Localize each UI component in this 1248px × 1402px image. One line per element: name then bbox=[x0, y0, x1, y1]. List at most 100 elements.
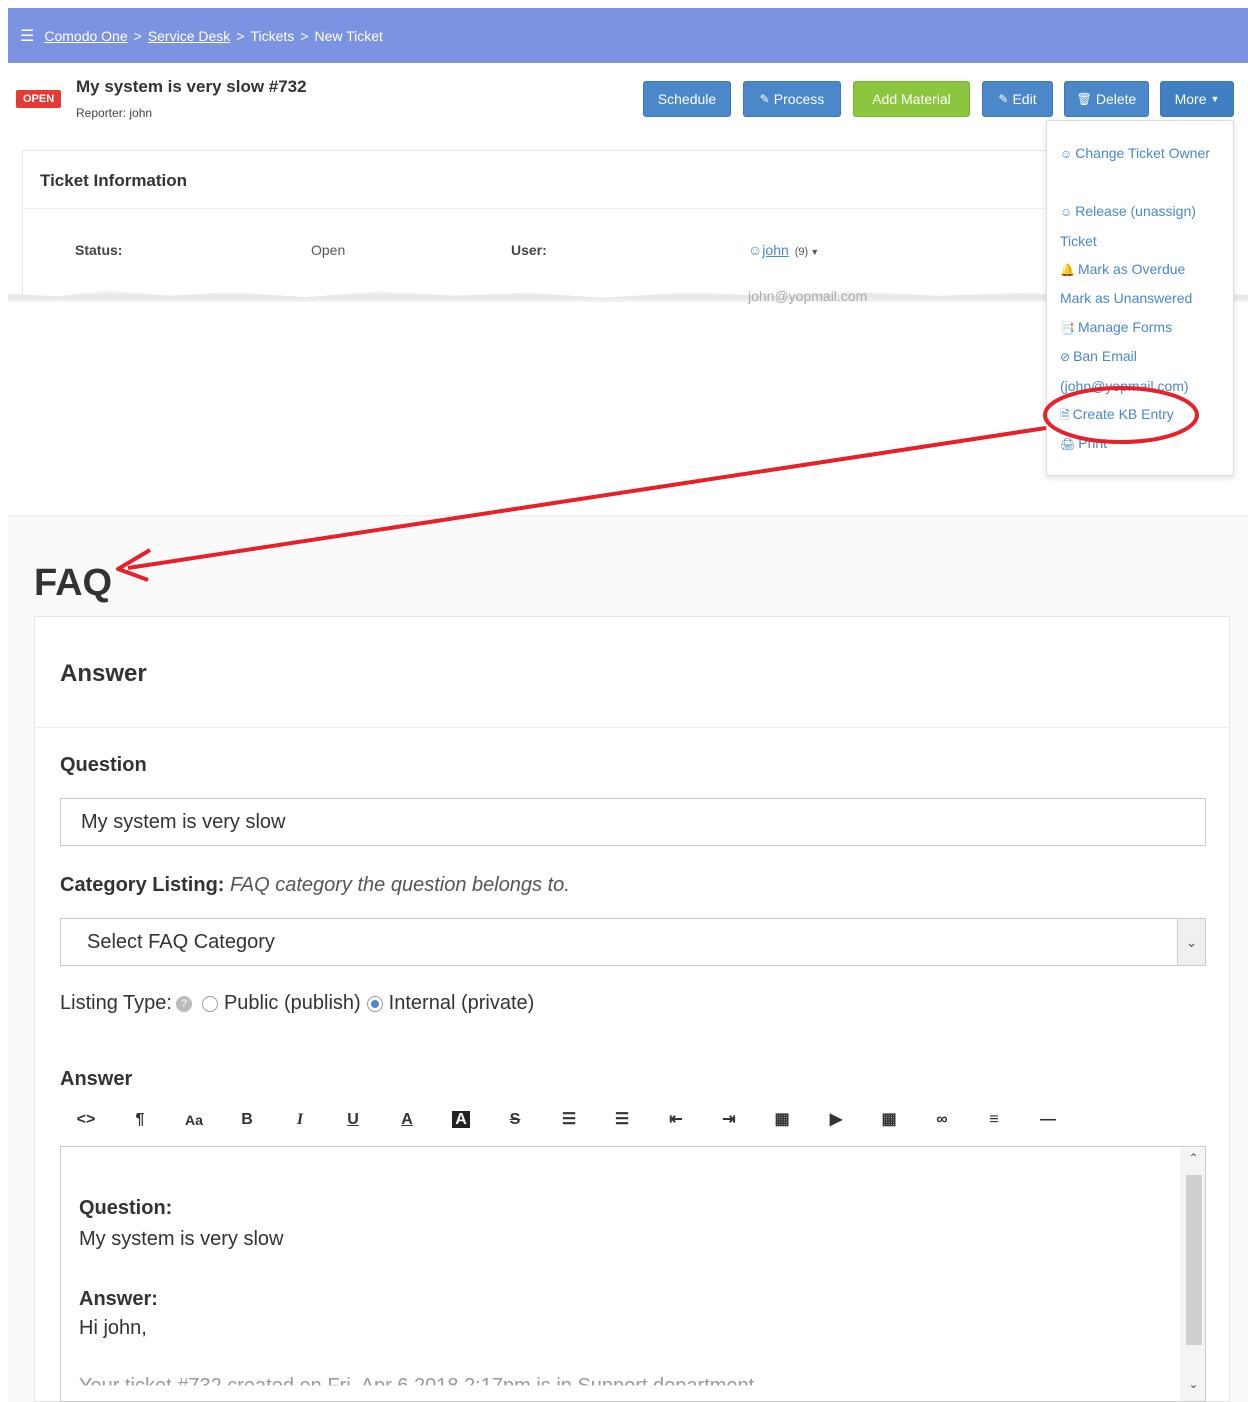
font-color-icon[interactable]: A bbox=[387, 1098, 427, 1142]
horizontal-rule-icon[interactable]: — bbox=[1028, 1098, 1068, 1142]
breadcrumb-separator: > bbox=[236, 27, 245, 44]
background-color-glyph: A bbox=[452, 1111, 470, 1128]
ordered-list-icon[interactable]: ☰ bbox=[602, 1098, 642, 1142]
ticket-information-panel: Ticket Information Status: Open User: ☺j… bbox=[22, 150, 1052, 300]
schedule-button[interactable]: Schedule bbox=[643, 81, 731, 117]
menu-mark-overdue[interactable]: 🔔 Mark as Overdue bbox=[1060, 255, 1230, 285]
font-size-icon[interactable]: Aa bbox=[174, 1098, 214, 1142]
menu-item-label: Mark as Overdue bbox=[1077, 261, 1186, 277]
answer-editor[interactable]: Question: My system is very slow Answer:… bbox=[60, 1146, 1206, 1402]
breadcrumb-tickets[interactable]: Tickets bbox=[250, 28, 294, 44]
image-icon[interactable]: ▦ bbox=[762, 1098, 802, 1142]
ban-icon: ⊘ bbox=[1060, 350, 1071, 364]
user-circle-icon: ☺ bbox=[1060, 147, 1073, 161]
bold-icon[interactable]: B bbox=[227, 1098, 267, 1142]
add-material-button-label: Add Material bbox=[872, 91, 951, 107]
help-icon[interactable]: ? bbox=[175, 995, 192, 1012]
menu-item-label: Manage Forms bbox=[1077, 319, 1173, 335]
menu-item-label: Change Ticket Owner bbox=[1075, 145, 1210, 161]
listing-type-label: Listing Type: bbox=[60, 992, 172, 1014]
menu-mark-unanswered[interactable]: Mark as Unanswered bbox=[1060, 284, 1230, 313]
more-dropdown-menu: ☺ Change Ticket Owner ☺ Release (unassign)… bbox=[1046, 120, 1234, 476]
menu-create-kb-entry[interactable]: 🗎 Create KB Entry bbox=[1060, 400, 1230, 430]
user-icon: ☺ bbox=[748, 242, 763, 258]
background-color-icon[interactable]: A bbox=[441, 1098, 481, 1142]
bell-icon: 🔔 bbox=[1060, 263, 1075, 277]
code-view-icon[interactable]: <> bbox=[66, 1098, 106, 1142]
editor-scrollbar[interactable]: ⌃ ⌄ bbox=[1181, 1147, 1205, 1401]
link-icon[interactable]: ∞ bbox=[922, 1098, 962, 1142]
chevron-down-icon[interactable]: ⌄ bbox=[1177, 919, 1205, 965]
unordered-list-icon[interactable]: ☰ bbox=[549, 1098, 589, 1142]
menu-item-label: Create KB Entry bbox=[1072, 406, 1174, 422]
listing-public-radio[interactable] bbox=[201, 995, 218, 1012]
faq-heading: FAQ bbox=[34, 562, 113, 604]
caret-down-icon: ▼ bbox=[810, 247, 820, 257]
menu-release-ticket[interactable]: ☺ Release (unassign) Ticket bbox=[1060, 197, 1230, 256]
answer-label: Answer bbox=[60, 1068, 133, 1090]
scrollbar-thumb[interactable] bbox=[1186, 1175, 1202, 1345]
menu-print[interactable]: 🖨 Print bbox=[1060, 429, 1230, 459]
editor-toolbar: <> ¶ Aa B I U A A S ☰ ☰ ⇤ ⇥ ▦ ▶ ▦ ∞ ≡ — bbox=[60, 1098, 1206, 1142]
faq-category-select[interactable]: Select FAQ Category ⌄ bbox=[60, 918, 1206, 966]
ticket-information-title: Ticket Information bbox=[40, 171, 188, 190]
status-badge: OPEN bbox=[16, 90, 62, 108]
menu-item-label: Ban Email (john@yopmail.com) bbox=[1060, 348, 1189, 394]
breadcrumb-comodo-one[interactable]: Comodo One bbox=[44, 28, 127, 44]
menu-item-label: Mark as Unanswered bbox=[1060, 290, 1193, 306]
question-input[interactable] bbox=[60, 798, 1206, 846]
divider bbox=[34, 727, 1230, 728]
divider bbox=[23, 208, 1051, 209]
chevron-down-icon[interactable]: ⌄ bbox=[1182, 1377, 1205, 1391]
chevron-up-icon[interactable]: ⌃ bbox=[1182, 1151, 1205, 1165]
menu-ban-email[interactable]: ⊘ Ban Email (john@yopmail.com) bbox=[1060, 342, 1230, 401]
table-icon[interactable]: ▦ bbox=[869, 1098, 909, 1142]
edit-icon: ✎ bbox=[998, 92, 1009, 106]
paragraph-icon[interactable]: ¶ bbox=[120, 1098, 160, 1142]
edit-button-label: Edit bbox=[1012, 91, 1037, 107]
caret-down-icon: ▼ bbox=[1210, 94, 1220, 104]
editor-partial-line: Your ticket #732 created on Fri, Apr 6 2… bbox=[79, 1375, 755, 1397]
menu-manage-forms[interactable]: 📑 Manage Forms bbox=[1060, 313, 1230, 343]
italic-icon[interactable]: I bbox=[280, 1098, 320, 1142]
outdent-icon[interactable]: ⇤ bbox=[656, 1098, 696, 1142]
edit-button[interactable]: ✎ Edit bbox=[982, 81, 1053, 117]
category-listing-label: Category Listing: FAQ category the quest… bbox=[60, 874, 570, 896]
add-material-button[interactable]: Add Material bbox=[853, 81, 970, 117]
listing-public-label: Public (publish) bbox=[223, 992, 361, 1014]
video-icon[interactable]: ▶ bbox=[816, 1098, 856, 1142]
process-button-label: Process bbox=[773, 91, 825, 107]
category-label-text: Category Listing bbox=[60, 874, 218, 896]
category-hint: FAQ category the question belongs to. bbox=[230, 874, 570, 896]
listing-internal-label: Internal (private) bbox=[388, 992, 535, 1014]
more-button[interactable]: More ▼ bbox=[1160, 81, 1234, 117]
document-icon: 🗎 bbox=[1060, 408, 1070, 422]
schedule-button-label: Schedule bbox=[657, 91, 717, 107]
breadcrumb-separator: > bbox=[133, 27, 142, 44]
ticket-reporter: Reporter: john bbox=[76, 106, 153, 120]
ticket-title: My system is very slow #732 bbox=[76, 77, 307, 96]
underline-icon[interactable]: U bbox=[333, 1098, 373, 1142]
editor-answer-text: Hi john, bbox=[79, 1317, 147, 1339]
delete-button[interactable]: 🗑 Delete bbox=[1064, 81, 1149, 117]
hamburger-menu-icon[interactable]: ☰ bbox=[20, 26, 34, 46]
status-label: Status: bbox=[75, 242, 123, 258]
faq-category-selected: Select FAQ Category bbox=[87, 931, 275, 953]
user-link[interactable]: john bbox=[762, 242, 788, 258]
strikethrough-icon[interactable]: S bbox=[495, 1098, 535, 1142]
user-label: User: bbox=[511, 242, 547, 258]
listing-internal-radio[interactable] bbox=[366, 995, 383, 1012]
breadcrumb-new-ticket: New Ticket bbox=[314, 27, 383, 44]
editor-question-heading: Question: bbox=[79, 1197, 173, 1219]
status-value: Open bbox=[311, 242, 346, 258]
process-button[interactable]: ✎ Process bbox=[743, 81, 841, 117]
breadcrumb-service-desk[interactable]: Service Desk bbox=[148, 28, 230, 44]
delete-button-label: Delete bbox=[1095, 91, 1137, 107]
menu-change-ticket-owner[interactable]: ☺ Change Ticket Owner bbox=[1060, 139, 1230, 169]
indent-icon[interactable]: ⇥ bbox=[709, 1098, 749, 1142]
align-icon[interactable]: ≡ bbox=[974, 1098, 1014, 1142]
editor-question-text: My system is very slow bbox=[79, 1228, 284, 1250]
user-email-faded: john@yopmail.com bbox=[748, 288, 868, 304]
user-value[interactable]: ☺john (9) ▼ bbox=[748, 242, 819, 258]
breadcrumb-separator: > bbox=[300, 27, 309, 44]
